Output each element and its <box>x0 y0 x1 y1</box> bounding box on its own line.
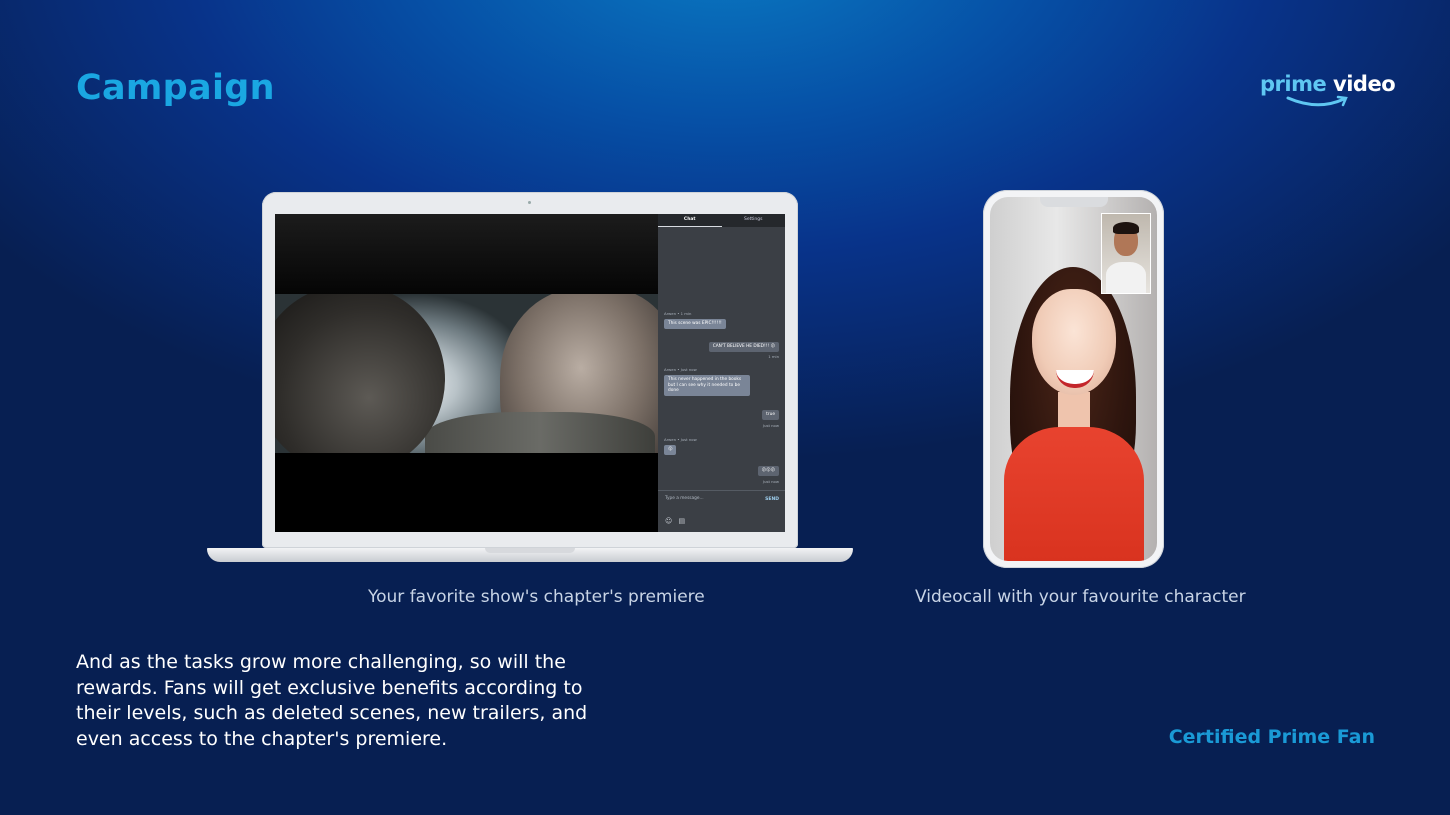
chat-input-placeholder: Type a message... <box>665 496 704 501</box>
laptop-base <box>207 548 853 562</box>
message-meta: 1 min <box>768 354 779 359</box>
chat-message: 😮 <box>664 445 677 455</box>
page-title: Campaign <box>76 68 275 108</box>
tagline: Certified Prime Fan <box>1168 726 1375 748</box>
tab-chat[interactable]: Chat <box>658 214 722 227</box>
tab-settings[interactable]: Settings <box>722 214 786 227</box>
phone-mockup <box>983 190 1164 568</box>
chat-tool-icons: ☺ ▤ <box>665 517 685 525</box>
message-meta: Arwen • 1 min <box>664 311 692 316</box>
logo-word-prime: prime <box>1260 72 1327 96</box>
body-paragraph: And as the tasks grow more challenging, … <box>76 651 588 750</box>
message-meta: Arwen • Just now <box>664 437 697 442</box>
chat-panel: Chat Settings Arwen • 1 min This scene w… <box>658 214 785 532</box>
chat-message: This scene was EPIC!!!!!! <box>664 319 726 329</box>
send-button[interactable]: SEND <box>765 497 779 502</box>
prime-video-logo: prime video <box>1258 70 1396 116</box>
phone-notch <box>1040 197 1108 207</box>
laptop-screen: Chat Settings Arwen • 1 min This scene w… <box>275 214 785 532</box>
message-meta: Arwen • Just now <box>664 367 697 372</box>
emoji-icon[interactable]: ☺ <box>665 517 672 525</box>
video-call-screen <box>990 197 1157 561</box>
self-view-thumbnail[interactable] <box>1101 213 1151 294</box>
phone-caption: Videocall with your favourite character <box>915 587 1246 607</box>
sticker-icon[interactable]: ▤ <box>679 517 686 525</box>
chat-message: true <box>762 410 779 420</box>
chat-message-input[interactable]: Type a message... SEND <box>658 490 785 509</box>
video-player[interactable] <box>275 214 658 532</box>
laptop-caption: Your favorite show's chapter's premiere <box>368 587 705 607</box>
logo-word-video: video <box>1333 72 1396 96</box>
chat-message: 😮😮😮 <box>757 466 779 476</box>
video-frame <box>275 294 658 453</box>
smile-arrow-icon <box>1286 95 1348 107</box>
chat-message: This never happened in the books but I c… <box>664 375 750 396</box>
chat-tabs: Chat Settings <box>658 214 785 227</box>
chat-message: CAN'T BELIEVE HE DIED!!! 😮 <box>708 342 779 352</box>
laptop-mockup: Chat Settings Arwen • 1 min This scene w… <box>262 192 798 548</box>
laptop-camera <box>528 201 531 204</box>
message-meta: Just now <box>762 479 779 484</box>
message-meta: Just now <box>762 423 779 428</box>
